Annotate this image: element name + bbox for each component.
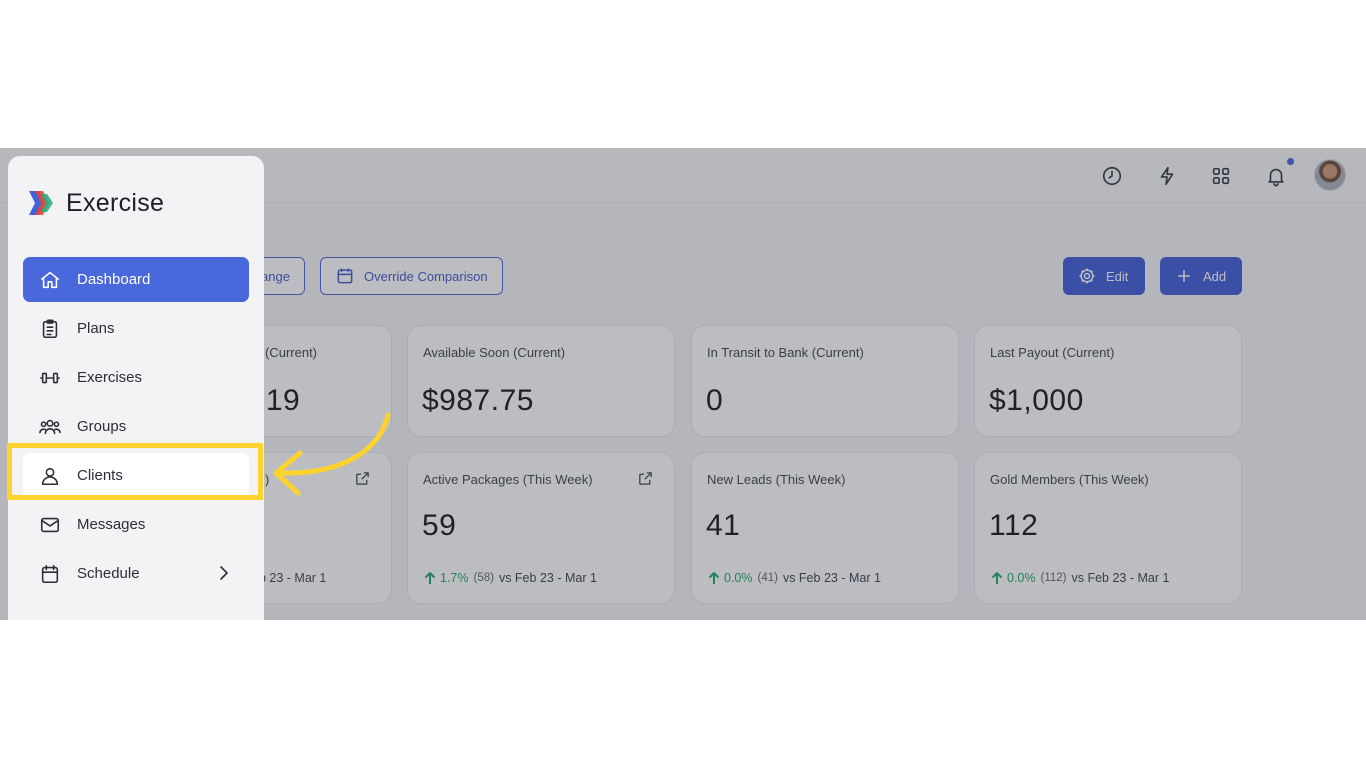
brand-name: Exercise xyxy=(66,188,165,217)
app-window: ange Override Comparison Edit Add (Curre… xyxy=(0,148,1366,620)
sidebar-item-messages[interactable]: Messages xyxy=(23,502,249,547)
sidebar-item-label: Exercises xyxy=(77,369,143,386)
sidebar-item-label: Dashboard xyxy=(77,271,151,288)
home-icon xyxy=(40,271,60,288)
logo: Exercise xyxy=(26,188,164,218)
callout-highlight xyxy=(7,443,263,500)
users-icon xyxy=(39,419,61,434)
sidebar-item-label: Schedule xyxy=(77,565,140,582)
sidebar-item-dashboard[interactable]: Dashboard xyxy=(23,257,249,302)
sidebar-item-label: Messages xyxy=(77,516,146,533)
mail-icon xyxy=(40,517,60,532)
sidebar-item-exercises[interactable]: Exercises xyxy=(23,355,249,400)
callout-arrow-icon xyxy=(273,412,391,496)
sidebar-item-schedule[interactable]: Schedule xyxy=(23,551,249,596)
sidebar-item-plans[interactable]: Plans xyxy=(23,306,249,351)
sidebar: Exercise Dashboard Plans Exercises Group… xyxy=(8,156,264,620)
sidebar-item-label: Plans xyxy=(77,320,115,337)
dumbbell-icon xyxy=(40,372,60,383)
sidebar-item-label: Groups xyxy=(77,418,127,435)
calendar-icon xyxy=(41,564,59,583)
chevron-right-icon[interactable] xyxy=(217,565,231,581)
clipboard-icon xyxy=(42,319,58,338)
brand-logo-icon xyxy=(29,191,53,215)
